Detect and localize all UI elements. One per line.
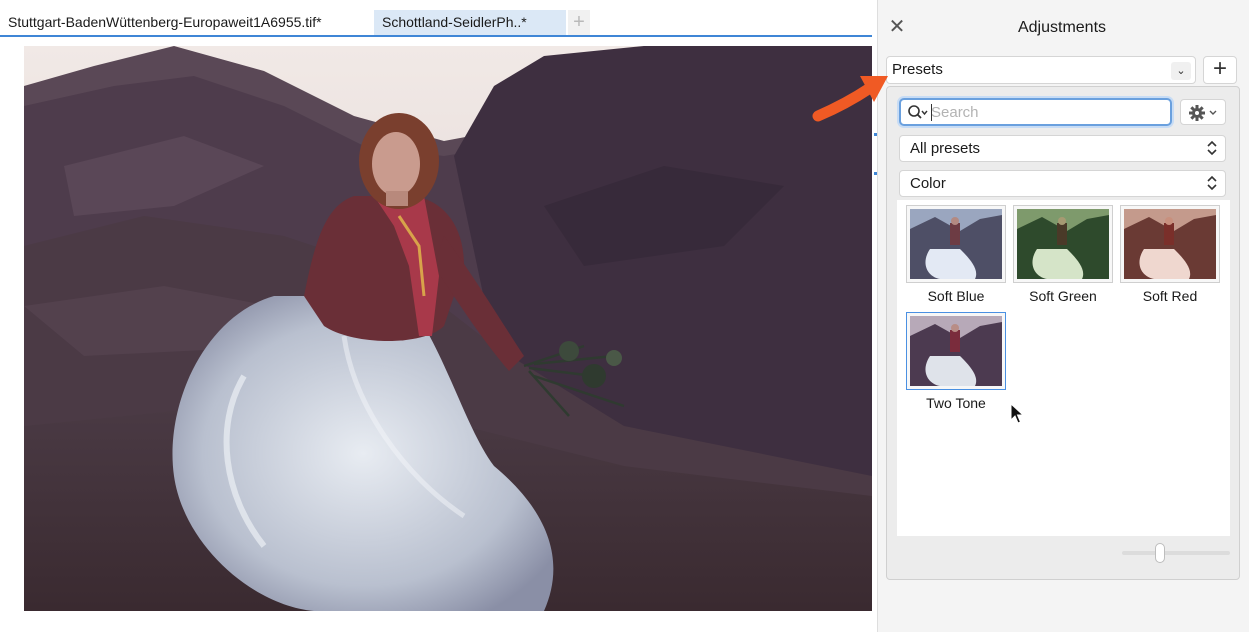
preset-label: Two Tone [926, 395, 986, 411]
photo-canvas[interactable] [24, 46, 872, 611]
preset-thumbnail[interactable] [1120, 205, 1220, 283]
preset-label: Soft Red [1142, 288, 1198, 304]
updown-chevron-icon [1207, 140, 1217, 156]
gear-options-button[interactable] [1180, 99, 1226, 125]
thumbnail-size-slider-track[interactable] [1122, 551, 1230, 555]
annotation-arrow-icon [812, 76, 888, 122]
text-caret [931, 104, 932, 121]
preset-thumbnail[interactable] [906, 205, 1006, 283]
preset-soft-red[interactable]: Soft Red [1120, 205, 1220, 304]
photo-image [24, 46, 872, 611]
subcategory-select[interactable]: Color [899, 170, 1226, 197]
preset-two-tone[interactable]: Two Tone [906, 312, 1006, 411]
search-input[interactable] [931, 103, 1161, 121]
new-tab-plus-icon[interactable]: + [568, 10, 590, 35]
search-field[interactable] [899, 98, 1172, 126]
document-tab-stuttgart[interactable]: Stuttgart-BadenWüttenberg-Europaweit1A69… [0, 10, 370, 35]
gear-icon [1189, 105, 1217, 121]
search-icon[interactable] [907, 104, 929, 122]
panel-edge-marker [874, 133, 877, 136]
close-icon[interactable]: ✕ [887, 17, 907, 37]
presets-dropdown-value: Presets [892, 61, 943, 78]
preset-thumbnail[interactable] [1013, 205, 1113, 283]
preset-label: Soft Green [1029, 288, 1097, 304]
preset-soft-blue[interactable]: Soft Blue [906, 205, 1006, 304]
document-tab-strip: Stuttgart-BadenWüttenberg-Europaweit1A69… [0, 10, 872, 37]
updown-chevron-icon [1207, 175, 1217, 191]
category-select[interactable]: All presets [899, 135, 1226, 162]
document-tab-schottland[interactable]: Schottland-SeidlerPh..* [374, 10, 566, 35]
add-plus-icon[interactable]: + [1203, 56, 1237, 84]
subcategory-select-value: Color [910, 175, 946, 192]
preset-soft-green[interactable]: Soft Green [1013, 205, 1113, 304]
mouse-cursor-icon [1010, 403, 1024, 424]
preset-label: Soft Blue [927, 288, 985, 304]
category-select-value: All presets [910, 140, 981, 157]
presets-dropdown[interactable]: Presets [886, 56, 1196, 84]
thumbnail-size-slider-handle[interactable] [1154, 543, 1165, 563]
chevron-down-icon[interactable]: ⌄ [1171, 62, 1191, 80]
panel-edge-marker [874, 172, 877, 175]
preset-thumbnail[interactable] [906, 312, 1006, 390]
panel-title: Adjustments [1017, 19, 1107, 36]
